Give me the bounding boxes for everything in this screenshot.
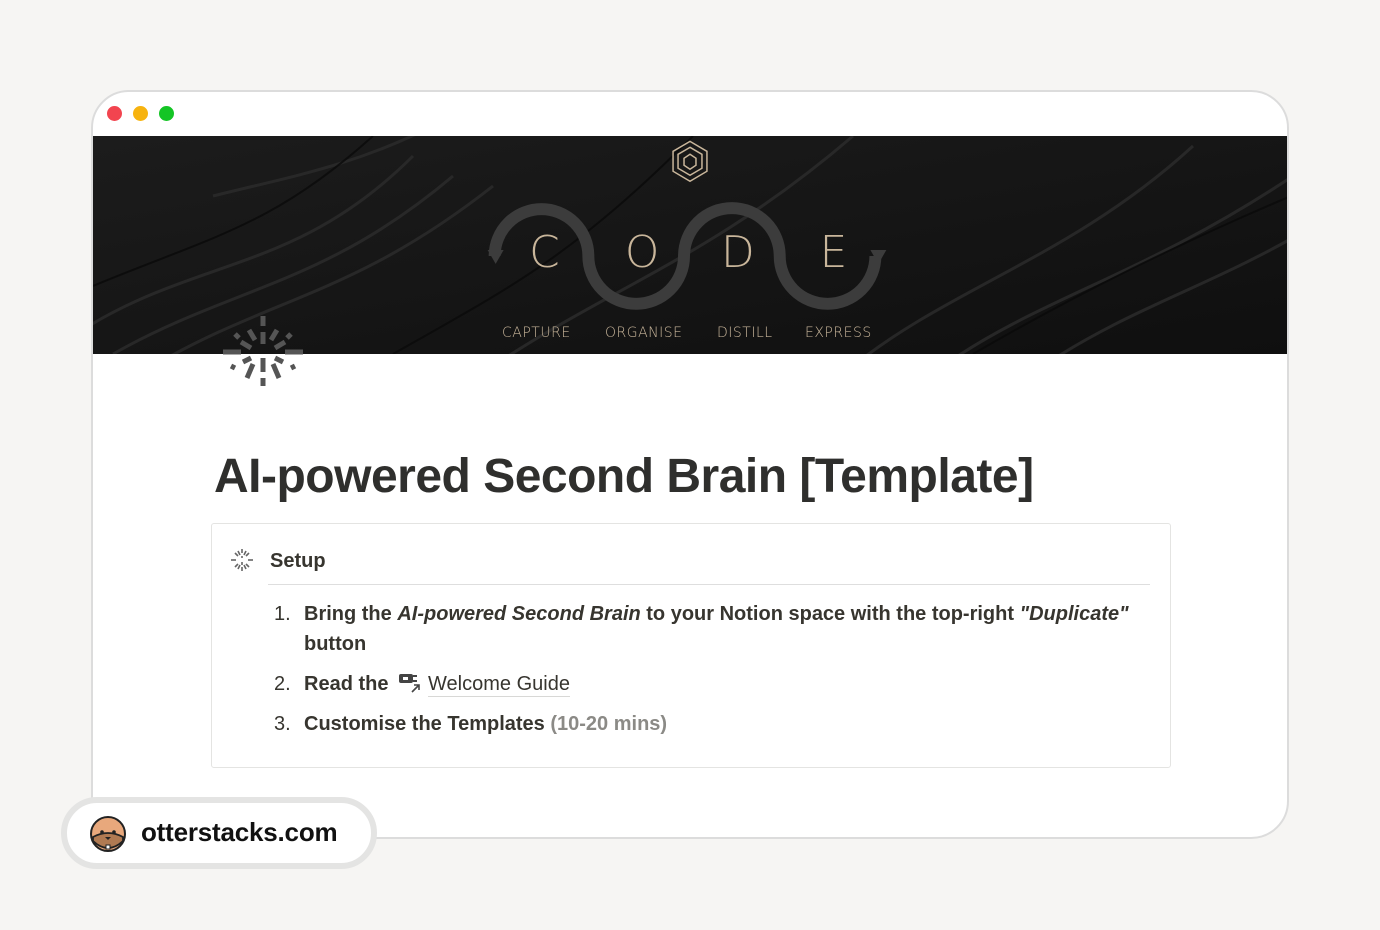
step-text: Customise the Templates (304, 713, 551, 735)
step-number: 2. (274, 673, 291, 695)
label-distill: DISTILL (717, 325, 773, 341)
page-icon[interactable] (221, 312, 305, 392)
welcome-guide-link[interactable]: Welcome Guide (428, 673, 570, 697)
window-controls (107, 106, 174, 121)
sparkle-burst-icon (223, 316, 303, 386)
plug-link-icon (399, 674, 420, 693)
letter-o: O (625, 227, 660, 278)
divider (268, 584, 1150, 585)
step-item: 3. Customise the Templates (10-20 mins) (274, 709, 1144, 739)
step-text: Bring the (304, 603, 398, 625)
callout-heading: Setup (270, 550, 326, 572)
letter-d: D (721, 227, 755, 278)
otter-face-icon (90, 816, 126, 852)
label-express: EXPRESS (805, 325, 872, 341)
close-window-button[interactable] (107, 106, 122, 121)
step-item: 2. Read the Welcome Guide (274, 669, 1144, 699)
step-text: Read the (304, 673, 395, 695)
page-title: AI-powered Second Brain [Template] (214, 450, 1034, 503)
label-capture: CAPTURE (502, 325, 571, 341)
site-badge[interactable]: otterstacks.com (61, 797, 377, 869)
setup-callout: Setup 1. Bring the AI-powered Second Bra… (211, 523, 1171, 768)
step-emphasis: "Duplicate" (1019, 603, 1129, 625)
step-number: 1. (274, 603, 291, 625)
maximize-window-button[interactable] (159, 106, 174, 121)
step-text: button (304, 633, 367, 655)
label-organise: ORGANISE (605, 325, 683, 341)
step-number: 3. (274, 713, 291, 735)
minimize-window-button[interactable] (133, 106, 148, 121)
browser-window: C O D E CAPTURE ORGANISE DISTILL EXPRESS (91, 90, 1289, 839)
setup-steps: 1. Bring the AI-powered Second Brain to … (274, 599, 1144, 749)
step-text: to your Notion space with the top-right (640, 603, 1020, 625)
step-duration: (10-20 mins) (550, 713, 668, 735)
letter-e: E (820, 227, 848, 278)
hexagon-cube-icon (672, 140, 708, 183)
sparkle-burst-icon (231, 549, 253, 571)
step-item: 1. Bring the AI-powered Second Brain to … (274, 599, 1144, 659)
letter-c: C (529, 227, 560, 278)
step-emphasis: AI-powered Second Brain (397, 603, 641, 625)
site-url: otterstacks.com (141, 817, 338, 847)
